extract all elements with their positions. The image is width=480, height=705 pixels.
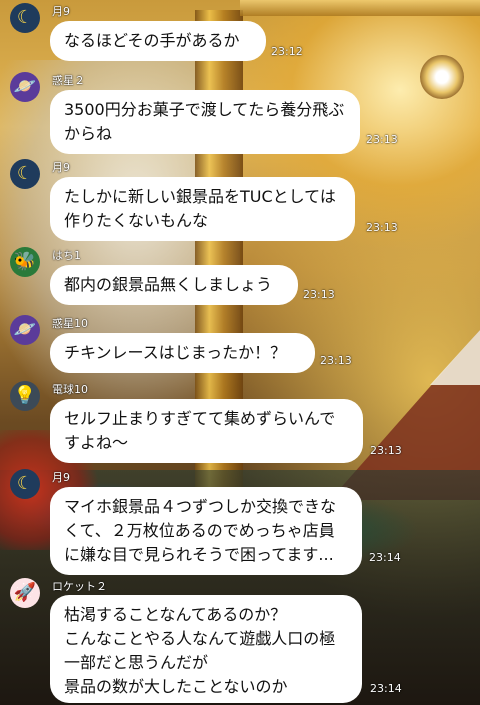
saturn-icon[interactable]: 🪐: [10, 315, 40, 345]
message-time: 23:13: [320, 354, 352, 367]
message-time: 23:14: [369, 551, 401, 564]
message-time: 23:12: [271, 45, 303, 58]
sender-name: 惑星２: [52, 74, 85, 87]
message-bubble[interactable]: たしかに新しい銀景品をTUCとしては作りたくないもんな: [50, 177, 355, 241]
sender-name: 月9: [52, 161, 70, 174]
saturn-icon[interactable]: 🪐: [10, 72, 40, 102]
sender-name: 電球10: [52, 383, 88, 396]
message-time: 23:14: [370, 682, 402, 695]
lightbulb-icon[interactable]: 💡: [10, 381, 40, 411]
moon-icon[interactable]: ☾: [10, 3, 40, 33]
sender-name: 月9: [52, 471, 70, 484]
message-bubble[interactable]: セルフ止まりすぎてて集めずらいんですよね〜: [50, 399, 363, 463]
sender-name: 月9: [52, 5, 70, 18]
message-time: 23:13: [366, 133, 398, 146]
sender-name: ロケット２: [52, 580, 107, 593]
message-bubble[interactable]: 枯渇することなんてあるのか？ こんなことやる人なんて遊戯人口の極一部だと思うんだ…: [50, 595, 362, 703]
message-bubble[interactable]: 都内の銀景品無くしましょう: [50, 265, 298, 305]
message-time: 23:13: [366, 221, 398, 234]
sender-name: はち1: [52, 249, 81, 262]
rocket-icon[interactable]: 🚀: [10, 578, 40, 608]
message-bubble[interactable]: マイホ銀景品４つずつしか交換できなくて、２万枚位あるのでめっちゃ店員に嫌な目で見…: [50, 487, 362, 575]
moon-icon[interactable]: ☾: [10, 469, 40, 499]
message-bubble[interactable]: 3500円分お菓子で渡してたら養分飛ぶからね: [50, 90, 360, 154]
message-bubble[interactable]: なるほどその手があるか: [50, 21, 266, 61]
message-time: 23:13: [303, 288, 335, 301]
message-time: 23:13: [370, 444, 402, 457]
message-bubble[interactable]: チキンレースはじまったか！？: [50, 333, 315, 373]
moon-icon[interactable]: ☾: [10, 159, 40, 189]
sender-name: 惑星10: [52, 317, 88, 330]
bee-icon[interactable]: 🐝: [10, 247, 40, 277]
